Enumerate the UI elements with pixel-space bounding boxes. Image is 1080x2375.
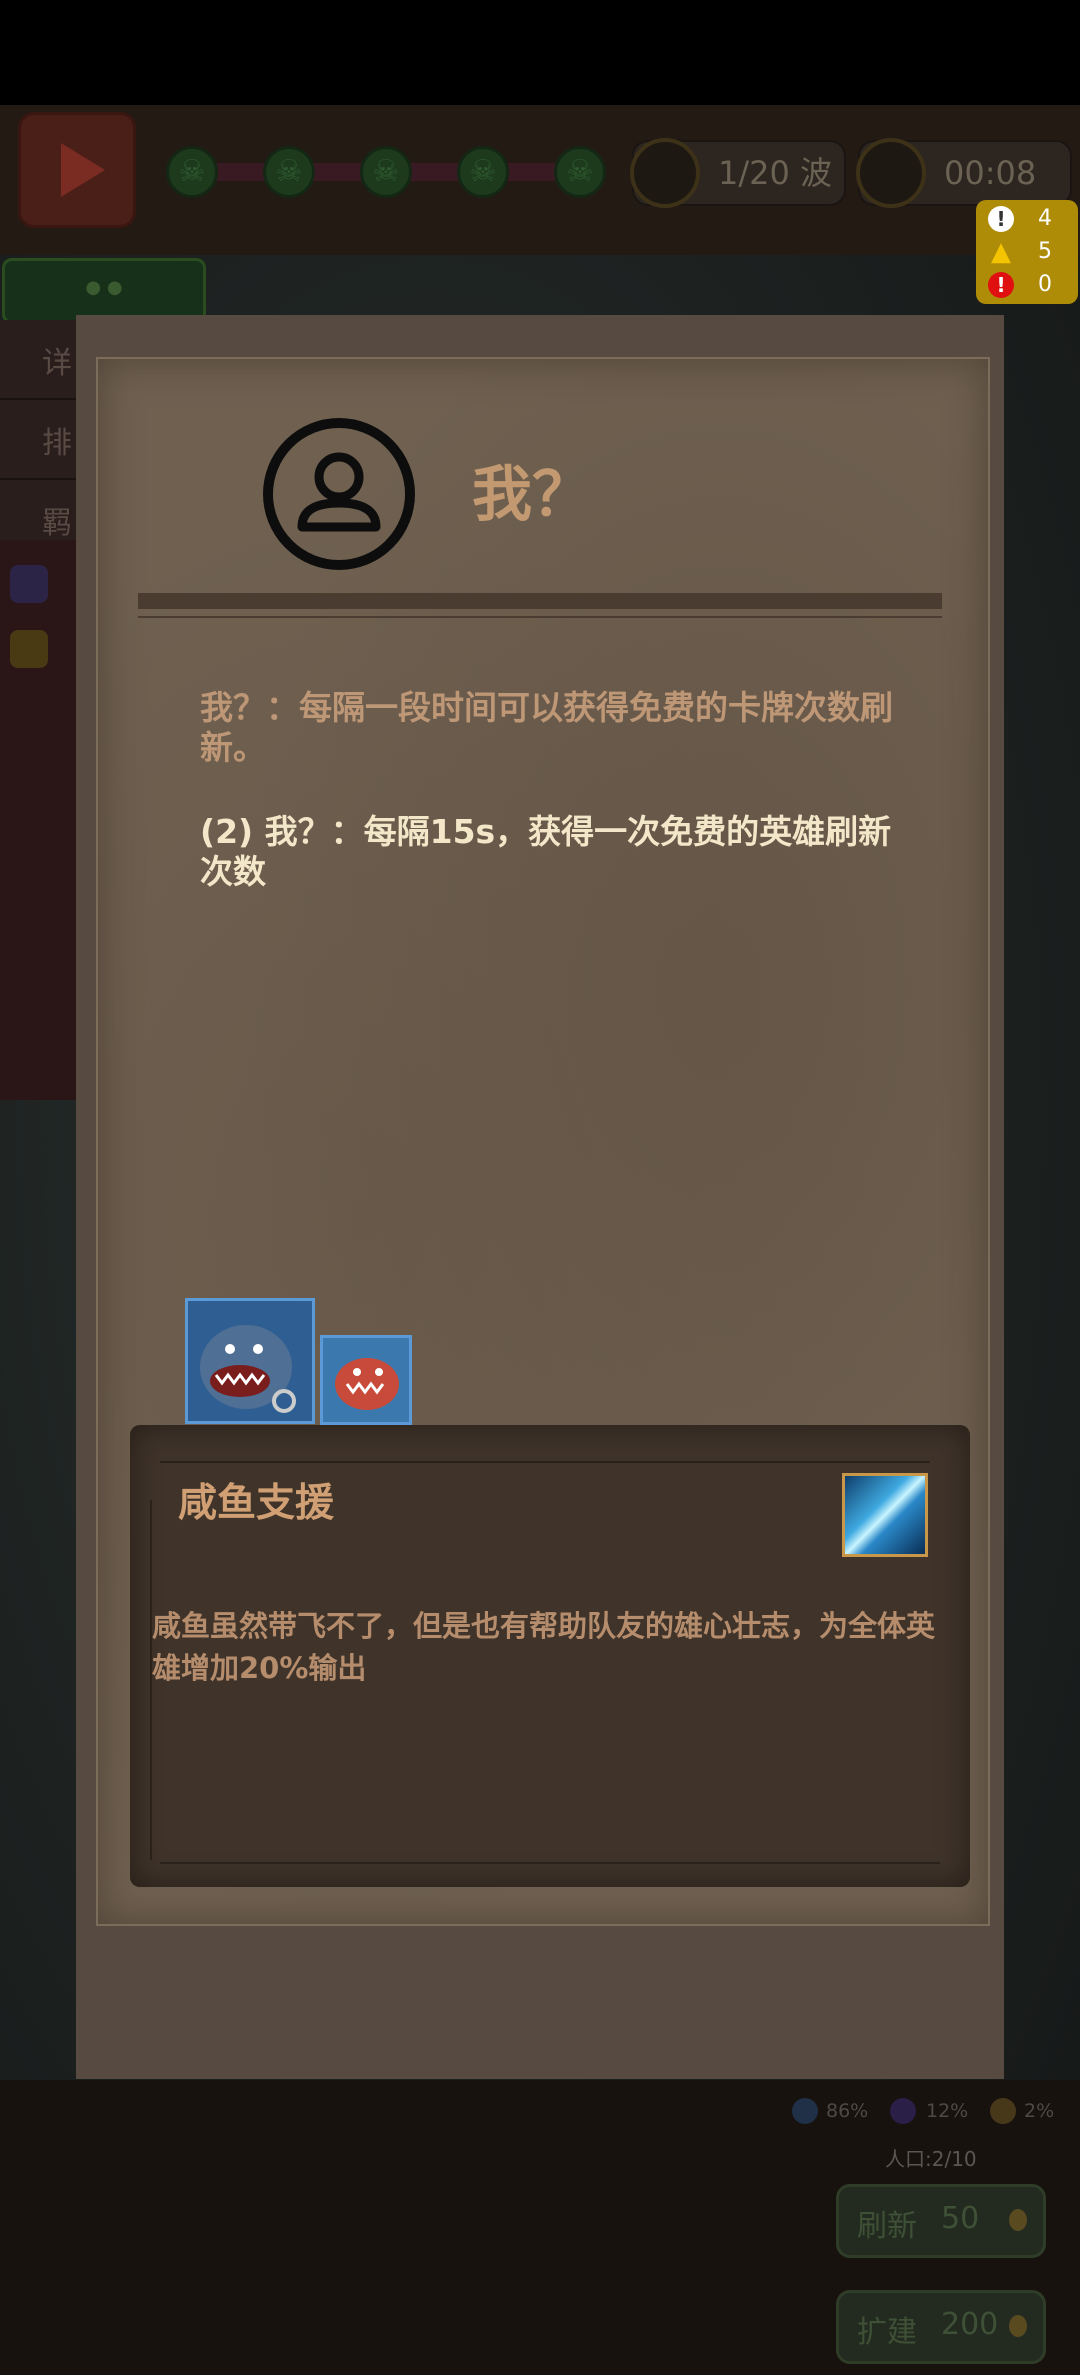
refresh-label: 刷新: [857, 2209, 917, 2244]
info-count-row: ! 4: [988, 204, 1074, 234]
hero-portrait-fish[interactable]: [320, 1335, 412, 1425]
warning-count: 5: [1038, 239, 1052, 264]
blue-rarity-icon: [792, 2098, 818, 2124]
timer-display: 00:08: [856, 138, 1072, 208]
info-count: 4: [1038, 206, 1052, 231]
dialog-title: 我？: [472, 460, 592, 530]
clock-icon: [856, 138, 926, 208]
skill-card-border: [160, 1461, 930, 1463]
side-tab-rank[interactable]: 排: [0, 400, 80, 480]
skill-card-border: [160, 1862, 940, 1864]
hero-portrait-shark[interactable]: [185, 1298, 315, 1424]
gold-rarity-icon: [990, 2098, 1016, 2124]
skull-icon: [263, 146, 315, 198]
shark-hero-image: [188, 1301, 312, 1421]
expand-label: 扩建: [857, 2315, 917, 2350]
title-divider: [138, 593, 942, 609]
warning-count-row: ▲ 5: [988, 237, 1074, 267]
info-icon: !: [988, 206, 1014, 232]
side-tab-label: 排: [42, 426, 72, 461]
caution-triangle-icon: ▲: [991, 237, 1011, 267]
refresh-cost: 50: [941, 2201, 980, 2236]
side-tab-label: 详: [42, 346, 72, 381]
expand-cost: 200: [941, 2307, 999, 2342]
population-label: 人口:2/10: [885, 2147, 977, 2171]
title-divider-line: [138, 616, 942, 618]
gold-gem-icon: [10, 630, 48, 668]
skull-badge-icon: [630, 138, 700, 208]
skull-icon: [360, 146, 412, 198]
issue-counter-panel[interactable]: ! 4 ▲ 5 ! 0: [976, 200, 1078, 304]
wave-counter: 1/20 波: [630, 138, 846, 208]
purple-gem-icon: [10, 565, 48, 603]
side-tab-label: 羁: [42, 506, 72, 541]
skill-description: 咸鱼虽然带飞不了，但是也有帮助队友的雄心壮志，为全体英雄增加20%输出: [152, 1609, 936, 1685]
fish-hero-image: [323, 1338, 409, 1422]
coin-icon: [1009, 2315, 1027, 2337]
error-count: 0: [1038, 272, 1052, 297]
dialog-description: 我？：每隔一段时间可以获得免费的卡牌次数刷新。: [200, 688, 893, 767]
skull-icon: [166, 146, 218, 198]
skill-name: 咸鱼支援: [178, 1481, 335, 1526]
rarity-percent-blue: 86%: [826, 2100, 869, 2122]
side-tab-details[interactable]: 详: [0, 320, 80, 400]
wave-text: 1/20 波: [718, 154, 833, 192]
dialog-description-highlight: (2) 我？：每隔15s，获得一次免费的英雄刷新次数: [200, 812, 892, 891]
green-tab-label: ● ●: [85, 277, 123, 298]
purple-rarity-icon: [890, 2098, 916, 2124]
error-count-row: ! 0: [988, 270, 1074, 300]
play-button[interactable]: [18, 112, 136, 228]
error-icon: !: [988, 272, 1014, 298]
rarity-percent-gold: 2%: [1024, 2100, 1055, 2122]
skull-icon: [554, 146, 606, 198]
skill-claw-icon: [842, 1473, 928, 1557]
play-icon: [61, 143, 105, 197]
refresh-button[interactable]: 刷新 50: [836, 2184, 1046, 2258]
coin-icon: [1009, 2209, 1027, 2231]
left-panel: [0, 540, 80, 1100]
skull-icon: [457, 146, 509, 198]
user-avatar-icon: [263, 418, 415, 570]
expand-button[interactable]: 扩建 200: [836, 2290, 1046, 2364]
rarity-percent-purple: 12%: [926, 2100, 969, 2122]
timer-text: 00:08: [944, 154, 1037, 192]
